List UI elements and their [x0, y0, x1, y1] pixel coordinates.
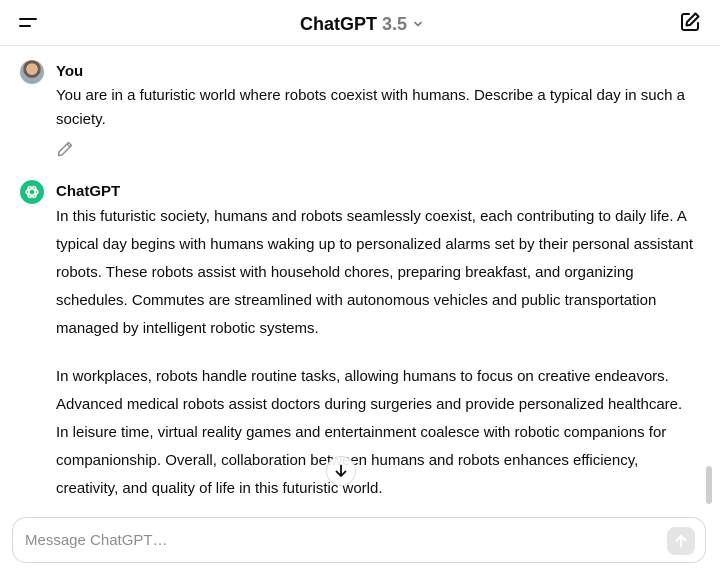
chevron-down-icon: [414, 21, 422, 27]
send-button[interactable]: [667, 527, 695, 555]
new-chat-icon: [681, 12, 700, 31]
arrow-up-icon: [675, 535, 687, 548]
model-name: ChatGPT: [300, 13, 378, 34]
menu-icon: [19, 18, 37, 20]
message-composer: [12, 517, 706, 563]
model-switcher[interactable]: ChatGPT 3.5: [300, 12, 423, 36]
chat-app: ChatGPT 3.5 You You are in a futuristic …: [0, 0, 720, 571]
scroll-to-bottom-button[interactable]: [326, 456, 356, 486]
assistant-paragraph: In this futuristic society, humans and r…: [56, 208, 694, 337]
top-header: ChatGPT 3.5: [0, 0, 720, 46]
new-chat-button[interactable]: [678, 10, 702, 34]
menu-icon-bar: [19, 25, 31, 27]
assistant-author-name: ChatGPT: [56, 183, 121, 200]
pencil-icon: [57, 141, 73, 157]
user-message-text: You are in a futuristic world where robo…: [56, 87, 685, 128]
message-input[interactable]: [25, 526, 645, 554]
edit-message-button[interactable]: [56, 140, 74, 158]
chatgpt-logo-avatar: [20, 180, 44, 204]
menu-button[interactable]: [12, 8, 44, 38]
user-author-name: You: [56, 63, 84, 80]
user-avatar: [20, 60, 44, 84]
arrow-down-icon: [335, 464, 347, 477]
model-version: 3.5: [382, 13, 408, 34]
scrollbar-thumb[interactable]: [706, 466, 712, 504]
openai-logo-icon: [25, 185, 39, 199]
assistant-paragraph: In workplaces, robots handle routine tas…: [56, 368, 683, 497]
